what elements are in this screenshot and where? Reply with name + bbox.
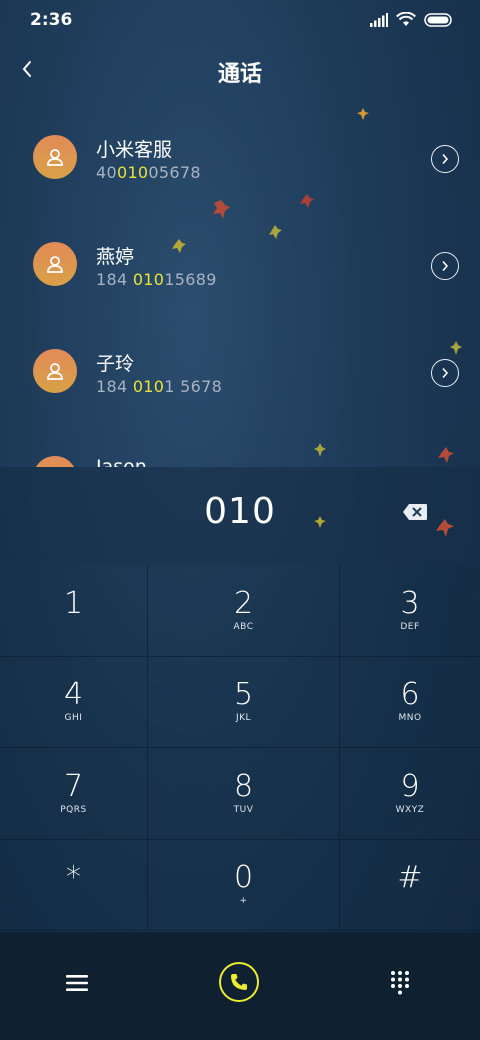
key-hash[interactable]: # [340, 840, 480, 931]
contact-detail-button[interactable] [431, 252, 459, 280]
key-4[interactable]: 4 GHI [0, 656, 148, 748]
key-7[interactable]: 7 PQRS [0, 748, 148, 840]
status-icons [370, 12, 454, 27]
leaf-decoration [269, 225, 282, 239]
status-bar: 2:36 [0, 0, 480, 44]
leaf-decoration [314, 516, 326, 528]
contact-name: 燕婷 [96, 246, 135, 268]
avatar [33, 349, 77, 393]
wifi-icon [396, 12, 416, 26]
battery-icon [424, 12, 452, 27]
contact-detail-button[interactable] [431, 145, 459, 173]
contact-name: 子玲 [96, 353, 135, 375]
leaf-decoration [436, 519, 454, 537]
leaf-decoration [450, 341, 462, 355]
leaf-decoration [314, 443, 326, 457]
person-icon [47, 363, 63, 380]
key-3[interactable]: 3 DEF [340, 565, 480, 657]
contact-row[interactable]: Jason [0, 426, 480, 467]
page-title: 通话 [217, 62, 262, 87]
key-9[interactable]: 9 WXYZ [340, 748, 480, 840]
contact-number: 184 0101 5678 [96, 377, 223, 396]
contact-name: Jason [96, 456, 147, 467]
chevron-right-icon [442, 153, 449, 165]
person-icon [47, 256, 63, 273]
contact-number: 184 01015689 [96, 270, 217, 289]
phone-icon [231, 974, 247, 990]
menu-icon[interactable] [64, 972, 90, 994]
leaf-decoration [438, 447, 454, 463]
contact-name: 小米客服 [96, 139, 173, 161]
dialpad-icon[interactable] [389, 969, 411, 995]
leaf-decoration [172, 239, 186, 253]
dial-keypad: 1 2 ABC 3 DEF 4 GHI 5 JKL 6 MNO 7 PQRS 8 TUV 9W… [0, 565, 480, 931]
signal-icon [370, 12, 388, 27]
key-6[interactable]: 6 MNO [340, 657, 480, 748]
avatar [33, 456, 77, 467]
leaf-decoration [300, 194, 314, 208]
person-icon [47, 149, 63, 166]
key-0[interactable]: 0 + [148, 839, 340, 931]
navigation-bar: 通话 [0, 44, 480, 100]
key-5[interactable]: 5 JKL [148, 656, 340, 748]
chevron-right-icon [442, 260, 449, 272]
avatar [33, 135, 77, 179]
call-button[interactable] [219, 962, 259, 1002]
key-8[interactable]: 8 TUV [148, 748, 340, 840]
contact-number: 4001005678 [96, 163, 201, 182]
backspace-icon[interactable] [402, 503, 428, 521]
contact-detail-button[interactable] [431, 359, 459, 387]
key-1[interactable]: 1 [0, 565, 148, 657]
dial-display: 010 [0, 467, 480, 565]
contact-row[interactable]: 子玲 184 0101 5678 [0, 319, 480, 426]
contact-results-list[interactable]: 小米客服 4001005678 燕婷 184 01015689 子玲 184 0… [0, 105, 480, 467]
status-time: 2:36 [30, 10, 73, 30]
chevron-right-icon [442, 367, 449, 379]
avatar [33, 242, 77, 286]
leaf-decoration [213, 200, 230, 219]
leaf-decoration [357, 108, 369, 120]
contact-row[interactable]: 小米客服 4001005678 [0, 105, 480, 212]
contact-row[interactable]: 燕婷 184 01015689 [0, 212, 480, 319]
key-2[interactable]: 2 ABC [148, 565, 340, 657]
bottom-action-bar [0, 932, 480, 1040]
key-star[interactable]: * [0, 839, 148, 931]
